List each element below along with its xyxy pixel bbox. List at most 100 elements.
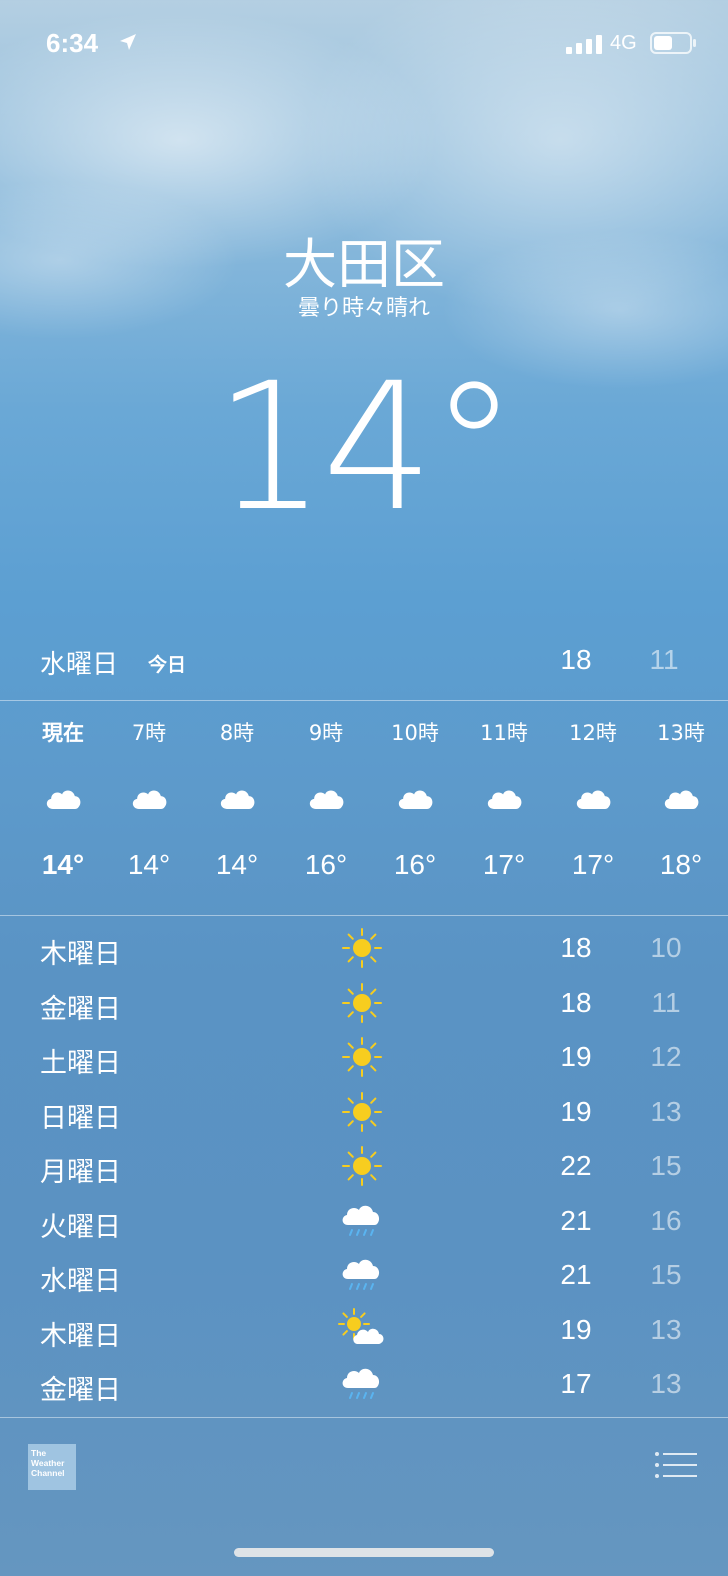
day-low-temp: 15 <box>650 1150 682 1181</box>
hour-label: 10時 <box>391 721 439 745</box>
sun-icon <box>342 1037 382 1077</box>
day-high-temp: 21 <box>560 1204 592 1236</box>
hour-label: 7時 <box>131 721 167 745</box>
daily-row: 水曜日 21 15 <box>0 1249 728 1303</box>
rain-cloud-icon <box>342 1259 380 1290</box>
day-low-temp: 11 <box>651 986 681 1018</box>
sun-icon <box>342 1146 382 1186</box>
status-time: 6:34 <box>46 28 99 58</box>
weather-channel-logo[interactable]: The Weather Channel <box>28 1444 76 1490</box>
logo-text: Weather <box>31 1458 65 1468</box>
hourly-item: 9時 16° <box>281 705 371 881</box>
day-low-temp: 13 <box>650 1313 682 1345</box>
day-name: 土曜日 <box>40 1048 121 1079</box>
weather-condition: 曇り時々晴れ <box>297 296 430 321</box>
hour-label: 8時 <box>219 721 255 745</box>
today-high-temp: 18 <box>560 644 592 675</box>
day-high-temp: 18 <box>560 932 592 963</box>
hourly-item: 8時 14° <box>192 705 282 881</box>
hour-temperature: 18° <box>659 849 703 880</box>
day-high-temp: 19 <box>560 1041 592 1072</box>
hourly-forecast[interactable]: 現在 14° 7時 14° 8時 14° 9時 16° 10時 16° 11時 17° 12時 17° 13… <box>0 705 728 915</box>
day-high-temp: 18 <box>560 986 592 1018</box>
hour-label: 9時 <box>308 721 344 745</box>
daily-row: 火曜日 21 16 <box>0 1195 728 1249</box>
city-list-icon[interactable] <box>654 1450 698 1480</box>
sun-icon <box>342 928 382 968</box>
day-low-temp: 13 <box>650 1095 682 1127</box>
sun-icon <box>342 982 382 1023</box>
today-low-temp: 11 <box>649 644 679 675</box>
hour-temperature: 14° <box>215 849 259 880</box>
battery-icon <box>650 32 696 54</box>
day-name: 月曜日 <box>40 1157 121 1188</box>
day-name: 金曜日 <box>40 993 121 1025</box>
cloud-icon <box>664 790 699 809</box>
daily-row: 金曜日 17 13 <box>0 1358 728 1412</box>
hourly-item: 10時 16° <box>370 705 460 881</box>
daily-row: 木曜日 18 10 <box>0 922 728 976</box>
today-summary-row: 水曜日 今日 18 11 <box>0 640 728 686</box>
day-name: 木曜日 <box>40 939 121 970</box>
city-name: 大田区 <box>283 233 445 296</box>
today-label: 今日 <box>148 654 187 676</box>
day-low-temp: 10 <box>650 932 682 963</box>
daily-row: 土曜日 19 12 <box>0 1031 728 1085</box>
rain-cloud-icon <box>342 1368 380 1399</box>
hour-temperature: 17° <box>571 849 615 880</box>
cellular-signal-icon <box>566 35 602 54</box>
hour-temperature: 14° <box>41 849 85 880</box>
status-bar: 6:34 4G <box>0 0 728 90</box>
partly-cloudy-icon <box>338 1307 384 1344</box>
daily-row: 金曜日 18 11 <box>0 977 728 1031</box>
daily-row: 日曜日 19 13 <box>0 1086 728 1140</box>
hour-temperature: 14° <box>127 849 171 880</box>
day-low-temp: 12 <box>650 1041 682 1072</box>
divider <box>0 700 728 701</box>
day-name: 水曜日 <box>40 1266 121 1297</box>
day-name: 火曜日 <box>40 1211 121 1243</box>
hourly-item: 7時 14° <box>104 705 194 881</box>
day-low-temp: 16 <box>650 1204 682 1236</box>
sun-icon <box>342 1091 382 1132</box>
day-low-temp: 15 <box>650 1259 682 1290</box>
hour-label: 13時 <box>657 721 705 745</box>
hour-label: 11時 <box>480 721 528 745</box>
day-name: 金曜日 <box>40 1375 121 1406</box>
cloud-icon <box>132 790 167 809</box>
hour-temperature: 16° <box>304 849 348 880</box>
hour-label: 現在 <box>42 721 84 745</box>
hourly-item: 12時 17° <box>548 705 638 881</box>
hourly-item: 11時 17° <box>459 705 549 881</box>
hour-label: 12時 <box>569 721 617 745</box>
cloud-icon <box>487 790 522 809</box>
day-high-temp: 22 <box>560 1150 592 1181</box>
cloud-icon <box>398 790 433 809</box>
divider <box>0 915 728 916</box>
day-high-temp: 17 <box>560 1368 592 1399</box>
location-arrow-icon <box>120 34 136 50</box>
logo-text: The <box>31 1448 47 1458</box>
home-indicator[interactable] <box>234 1548 494 1557</box>
logo-text: Channel <box>31 1468 65 1478</box>
day-high-temp: 19 <box>560 1095 592 1127</box>
day-high-temp: 19 <box>560 1313 592 1345</box>
day-high-temp: 21 <box>560 1259 592 1290</box>
divider <box>0 1417 728 1418</box>
hourly-item: 13時 18° <box>636 705 726 881</box>
cloud-icon <box>220 790 255 809</box>
day-name: 日曜日 <box>40 1102 121 1134</box>
network-type: 4G <box>610 32 637 54</box>
rain-cloud-icon <box>342 1205 380 1236</box>
cloud-icon <box>309 790 344 809</box>
current-temperature: 14° <box>214 345 518 550</box>
day-name: 木曜日 <box>40 1320 121 1352</box>
hour-temperature: 16° <box>393 849 437 880</box>
cloud-icon <box>46 790 81 809</box>
today-day-name: 水曜日 <box>40 650 119 680</box>
daily-row: 月曜日 22 15 <box>0 1140 728 1194</box>
cloud-icon <box>576 790 611 809</box>
day-low-temp: 13 <box>650 1368 682 1399</box>
hour-temperature: 17° <box>482 849 526 880</box>
daily-row: 木曜日 19 13 <box>0 1304 728 1358</box>
